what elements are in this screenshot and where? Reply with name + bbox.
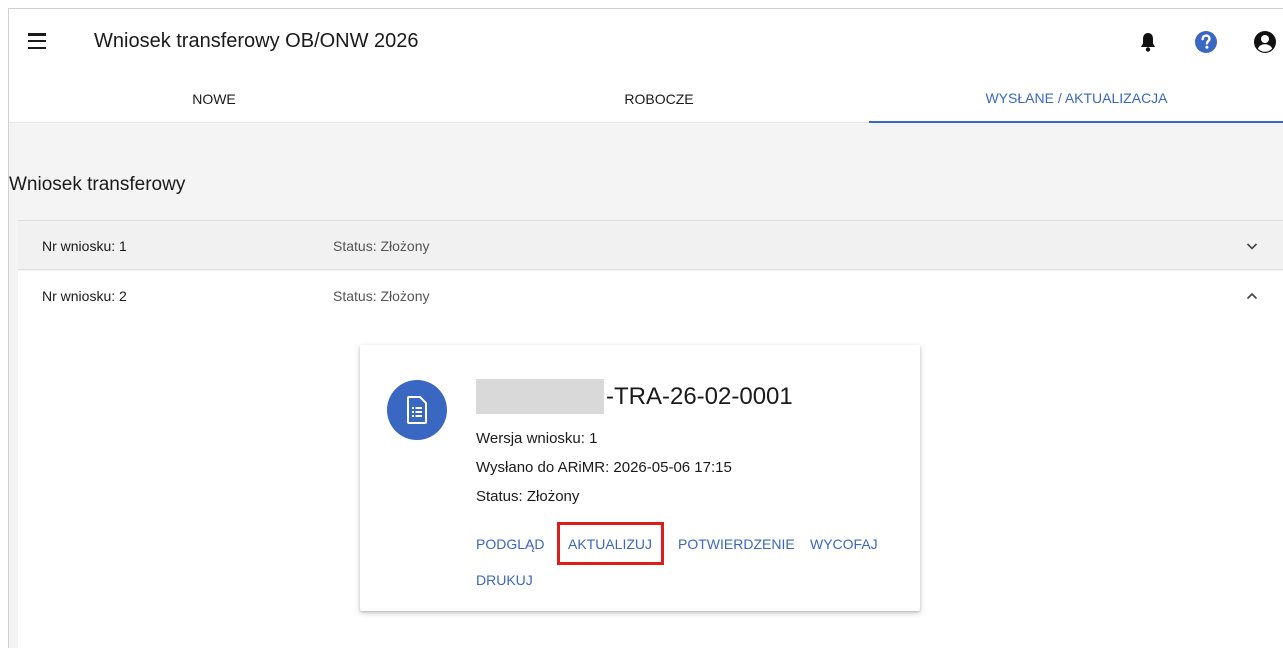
print-button[interactable]: DRUKUJ — [476, 572, 533, 588]
app-frame: Wniosek transferowy OB/ONW 2026 NOWE ROB… — [8, 8, 1283, 648]
tab-robocze[interactable]: ROBOCZE — [449, 75, 869, 123]
application-id: -TRA-26-02-0001 — [606, 383, 793, 410]
application-version: Wersja wniosku: 1 — [476, 430, 598, 447]
withdraw-button[interactable]: WYCOFAJ — [810, 536, 878, 552]
application-panel-header[interactable]: Nr wniosku: 2 Status: Złożony — [18, 271, 1283, 319]
redacted-block — [476, 379, 604, 414]
update-button[interactable]: AKTUALIZUJ — [568, 536, 652, 552]
app-title: Wniosek transferowy OB/ONW 2026 — [94, 30, 419, 52]
application-status: Status: Złożony — [333, 238, 430, 254]
application-panel-header[interactable]: Nr wniosku: 1 Status: Złożony — [18, 221, 1283, 269]
account-icon[interactable] — [1252, 29, 1278, 55]
tab-bar: NOWE ROBOCZE WYSŁANE / AKTUALIZACJA — [9, 75, 1283, 123]
sent-date: Wysłano do ARiMR: 2026-05-06 17:15 — [476, 459, 732, 476]
tab-nowe[interactable]: NOWE — [9, 75, 419, 123]
chevron-up-icon[interactable] — [1245, 289, 1259, 303]
application-panel-1: Nr wniosku: 1 Status: Złożony — [18, 220, 1283, 270]
tab-wyslane-aktualizacja[interactable]: WYSŁANE / AKTUALIZACJA — [869, 75, 1283, 123]
application-number: Nr wniosku: 1 — [42, 238, 127, 254]
chevron-down-icon[interactable] — [1245, 239, 1259, 253]
application-number: Nr wniosku: 2 — [42, 288, 127, 304]
document-icon — [387, 380, 447, 440]
application-card: -TRA-26-02-0001 Wersja wniosku: 1 Wysłan… — [360, 345, 920, 611]
preview-button[interactable]: PODGLĄD — [476, 536, 544, 552]
help-icon[interactable] — [1193, 29, 1219, 55]
top-app-bar: Wniosek transferowy OB/ONW 2026 — [9, 9, 1283, 75]
application-status: Status: Złożony — [333, 288, 430, 304]
confirmation-button[interactable]: POTWIERDZENIE — [678, 536, 795, 552]
card-status: Status: Złożony — [476, 488, 580, 505]
application-panel-2: Nr wniosku: 2 Status: Złożony -TRA-26-02… — [18, 271, 1283, 648]
bell-icon[interactable] — [1135, 29, 1161, 55]
menu-icon[interactable] — [28, 33, 48, 49]
section-title: Wniosek transferowy — [9, 174, 186, 195]
